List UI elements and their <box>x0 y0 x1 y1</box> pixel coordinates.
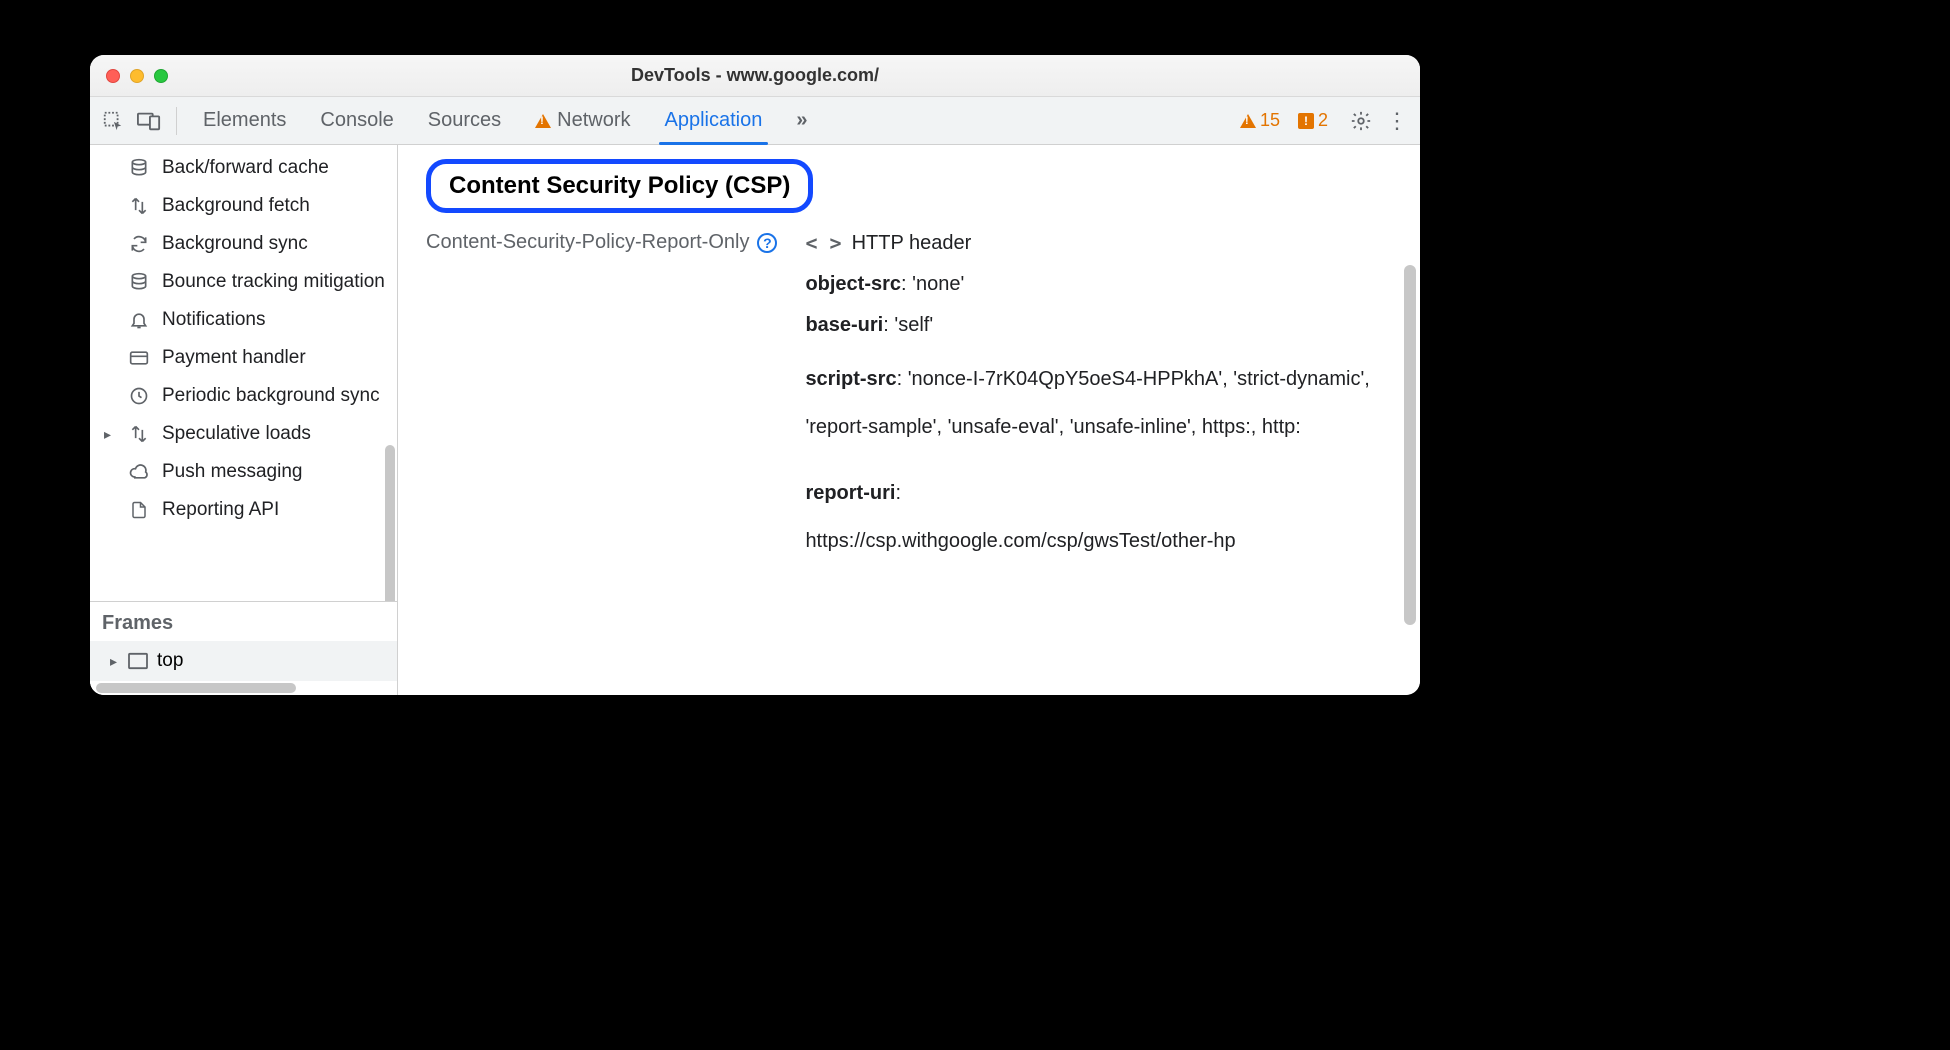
csp-heading: Content Security Policy (CSP) <box>449 172 790 200</box>
csp-directive: base-uri: 'self' <box>805 314 1392 337</box>
sidebar-h-scrollbar[interactable] <box>90 681 397 695</box>
sidebar-list: Back/forward cache Background fetch Back… <box>90 145 397 529</box>
directive-name: report-uri <box>805 482 895 504</box>
status-badges: 15 ! 2 <box>1240 110 1328 131</box>
csp-directive: script-src: 'nonce-I-7rK04QpY5oeS4-HPPkh… <box>805 355 1392 451</box>
sidebar-item-notifications[interactable]: Notifications <box>90 301 397 339</box>
warnings-badge[interactable]: 15 <box>1240 110 1280 131</box>
toolbar-separator <box>176 107 177 135</box>
directive-value: 'none' <box>912 273 964 295</box>
clock-icon <box>128 386 150 406</box>
sidebar-item-speculative-loads[interactable]: Speculative loads <box>90 415 397 453</box>
issues-badge[interactable]: ! 2 <box>1298 110 1328 131</box>
warning-icon <box>1240 114 1256 128</box>
minimize-window-button[interactable] <box>130 69 144 83</box>
main-scrollbar[interactable] <box>1404 265 1416 625</box>
sidebar-item-label: Push messaging <box>162 461 302 483</box>
close-window-button[interactable] <box>106 69 120 83</box>
settings-button[interactable] <box>1346 106 1376 136</box>
code-brackets-icon: < > <box>805 231 841 255</box>
sidebar-item-label: Payment handler <box>162 347 306 369</box>
sidebar-item-label: Reporting API <box>162 499 279 521</box>
directive-value: 'self' <box>894 314 933 336</box>
main-toolbar: Elements Console Sources Network Applica… <box>90 97 1420 145</box>
database-icon <box>128 272 150 292</box>
inspect-element-icon[interactable] <box>98 106 128 136</box>
sidebar-item-push-messaging[interactable]: Push messaging <box>90 453 397 491</box>
csp-policy-header-row: Content-Security-Policy-Report-Only ? <box>426 231 777 254</box>
warning-icon <box>535 114 551 128</box>
sidebar-item-payment-handler[interactable]: Payment handler <box>90 339 397 377</box>
tabs-overflow-button[interactable]: » <box>782 97 821 144</box>
help-icon[interactable]: ? <box>757 233 777 253</box>
sidebar-item-background-fetch[interactable]: Background fetch <box>90 187 397 225</box>
tab-console[interactable]: Console <box>306 97 407 144</box>
more-label: » <box>796 109 807 132</box>
devtools-window: DevTools - www.google.com/ Elements Cons… <box>90 55 1420 695</box>
database-icon <box>128 158 150 178</box>
sidebar-item-label: Background fetch <box>162 195 310 217</box>
tab-sources[interactable]: Sources <box>414 97 515 144</box>
sidebar-item-background-sync[interactable]: Background sync <box>90 225 397 263</box>
sidebar-item-label: Background sync <box>162 233 308 255</box>
device-toolbar-icon[interactable] <box>134 106 164 136</box>
sidebar-item-label: Speculative loads <box>162 423 311 445</box>
main-pane: Content Security Policy (CSP) Content-Se… <box>398 145 1420 695</box>
sidebar-scrollbar[interactable] <box>385 445 395 601</box>
tab-label: Application <box>665 109 763 132</box>
sidebar-item-bounce-tracking[interactable]: Bounce tracking mitigation <box>90 263 397 301</box>
more-options-button[interactable]: ⋮ <box>1382 106 1412 136</box>
tab-network[interactable]: Network <box>521 97 644 144</box>
bell-icon <box>128 310 150 330</box>
csp-directive: report-uri: https://csp.withgoogle.com/c… <box>805 469 1392 565</box>
sidebar-item-label: Bounce tracking mitigation <box>162 271 385 293</box>
file-icon <box>128 500 150 520</box>
issue-icon: ! <box>1298 113 1314 129</box>
tab-label: Sources <box>428 109 501 132</box>
tab-label: Elements <box>203 109 286 132</box>
directive-value: https://csp.withgoogle.com/csp/gwsTest/o… <box>805 530 1235 552</box>
frames-item-label: top <box>157 650 183 672</box>
sidebar-item-periodic-sync[interactable]: Periodic background sync <box>90 377 397 415</box>
titlebar: DevTools - www.google.com/ <box>90 55 1420 97</box>
csp-source-label: HTTP header <box>852 232 972 255</box>
csp-heading-highlight: Content Security Policy (CSP) <box>426 159 813 213</box>
expand-arrow-icon: ▸ <box>110 653 117 670</box>
window-controls <box>106 69 168 83</box>
tab-elements[interactable]: Elements <box>189 97 300 144</box>
application-sidebar: Back/forward cache Background fetch Back… <box>90 145 398 695</box>
directive-name: object-src <box>805 273 901 295</box>
sidebar-item-reporting-api[interactable]: Reporting API <box>90 491 397 529</box>
csp-policy-header-name: Content-Security-Policy-Report-Only <box>426 231 749 254</box>
up-down-arrows-icon <box>128 196 150 216</box>
cloud-icon <box>128 462 150 482</box>
warning-count: 15 <box>1260 110 1280 131</box>
csp-source-row: < > HTTP header <box>805 231 1392 255</box>
sidebar-item-label: Back/forward cache <box>162 157 329 179</box>
card-icon <box>128 348 150 368</box>
frame-icon <box>127 652 149 670</box>
up-down-arrows-icon <box>128 424 150 444</box>
zoom-window-button[interactable] <box>154 69 168 83</box>
frames-item-top[interactable]: ▸ top <box>90 641 397 681</box>
tab-label: Console <box>320 109 393 132</box>
tab-label: Network <box>557 109 630 132</box>
window-title: DevTools - www.google.com/ <box>90 65 1420 86</box>
frames-section-heading: Frames <box>90 601 397 641</box>
directive-name: base-uri <box>805 314 883 336</box>
sync-icon <box>128 234 150 254</box>
directive-name: script-src <box>805 368 896 390</box>
sidebar-item-label: Notifications <box>162 309 266 331</box>
issue-count: 2 <box>1318 110 1328 131</box>
sidebar-item-label: Periodic background sync <box>162 385 380 407</box>
csp-directive: object-src: 'none' <box>805 273 1392 296</box>
sidebar-item-back-forward-cache[interactable]: Back/forward cache <box>90 149 397 187</box>
tab-application[interactable]: Application <box>651 97 777 144</box>
